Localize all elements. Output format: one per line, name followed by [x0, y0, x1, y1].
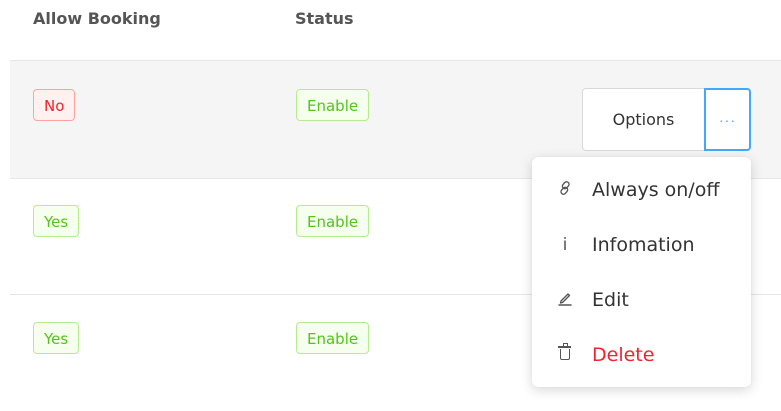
menu-item-label: Edit — [592, 289, 629, 311]
more-actions-button[interactable]: ··· — [704, 88, 751, 151]
menu-item-label: Infomation — [592, 234, 695, 256]
allow-booking-tag: Yes — [33, 205, 80, 237]
link-icon — [556, 180, 574, 200]
edit-icon — [556, 290, 574, 310]
options-button[interactable]: Options — [582, 88, 704, 151]
table-header: Allow Booking Status — [10, 0, 781, 61]
info-icon: i — [562, 235, 568, 255]
status-tag: Enable — [296, 89, 370, 121]
column-header-allow-booking: Allow Booking — [33, 9, 161, 28]
booking-table-page: Allow Booking Status No Enable Yes Enabl… — [0, 0, 781, 411]
options-dropdown-menu: Always on/off i Infomation Edit Delete — [532, 157, 751, 387]
menu-item-edit[interactable]: Edit — [532, 278, 751, 322]
menu-item-delete[interactable]: Delete — [532, 333, 751, 377]
status-tag: Enable — [296, 322, 370, 354]
allow-booking-tag: No — [33, 89, 76, 121]
menu-item-information[interactable]: i Infomation — [532, 223, 751, 267]
trash-icon — [556, 343, 574, 364]
menu-item-label: Delete — [592, 344, 655, 366]
column-header-status: Status — [295, 9, 354, 28]
row-actions: Options ··· — [582, 88, 751, 151]
status-tag: Enable — [296, 205, 370, 237]
menu-item-always-on-off[interactable]: Always on/off — [532, 168, 751, 212]
allow-booking-tag: Yes — [33, 322, 80, 354]
menu-item-label: Always on/off — [592, 179, 720, 201]
